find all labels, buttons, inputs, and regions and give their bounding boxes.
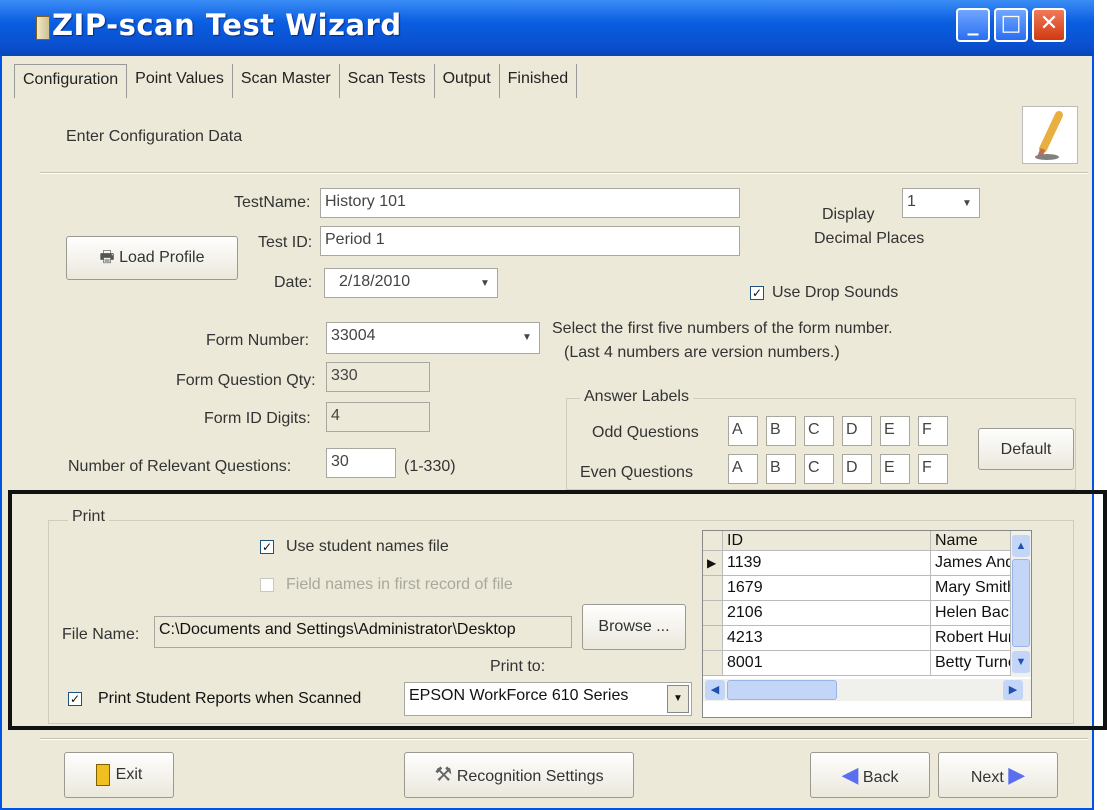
use-drop-sounds-label: Use Drop Sounds: [772, 284, 899, 301]
odd-answer-label-box[interactable]: E: [880, 416, 910, 446]
tools-icon: ⚒: [434, 764, 453, 786]
form-number-value: 33004: [331, 327, 376, 344]
chevron-down-icon[interactable]: ▼: [475, 271, 495, 295]
odd-answer-label-box[interactable]: A: [728, 416, 758, 446]
page-subtitle: Enter Configuration Data: [66, 128, 243, 145]
date-value: 2/18/2010: [339, 273, 411, 290]
answer-labels-title: Answer Labels: [580, 388, 693, 406]
relevant-questions-range: (1-330): [404, 458, 456, 475]
back-button[interactable]: ◀ Back: [810, 752, 930, 798]
odd-answer-label-box[interactable]: B: [766, 416, 796, 446]
chevron-down-icon[interactable]: ▼: [517, 325, 537, 351]
date-picker[interactable]: 2/18/2010 ▼: [324, 268, 498, 298]
exit-label: Exit: [115, 766, 143, 783]
test-name-label: TestName:: [234, 194, 311, 211]
decimal-places-label: Decimal Places: [814, 230, 925, 247]
close-button[interactable]: ✕: [1032, 8, 1066, 42]
even-answer-label-box[interactable]: B: [766, 454, 796, 484]
tab-output[interactable]: Output: [435, 64, 500, 98]
even-answer-label-box[interactable]: F: [918, 454, 948, 484]
load-profile-button[interactable]: 🖶 Load Profile: [66, 236, 238, 280]
even-answer-label-box[interactable]: D: [842, 454, 872, 484]
highlight-frame: [8, 490, 1107, 730]
test-id-input[interactable]: Period 1: [320, 226, 740, 256]
tab-point-values[interactable]: Point Values: [127, 64, 233, 98]
back-label: Back: [862, 769, 899, 786]
form-number-hint: Select the first five numbers of the for…: [552, 320, 893, 337]
display-label: Display: [822, 206, 875, 223]
app-icon: [36, 16, 50, 40]
even-answer-label-box[interactable]: C: [804, 454, 834, 484]
decimal-places-value: 1: [907, 193, 916, 210]
form-question-qty-label: Form Question Qty:: [176, 372, 316, 389]
test-id-label: Test ID:: [258, 234, 313, 251]
minimize-button[interactable]: _: [956, 8, 990, 42]
footer-divider: [40, 738, 1088, 740]
even-questions-label: Even Questions: [580, 464, 693, 481]
header-divider: [40, 172, 1088, 174]
tab-finished[interactable]: Finished: [500, 64, 578, 98]
tab-strip: Configuration Point Values Scan Master S…: [14, 64, 578, 98]
exit-button[interactable]: Exit: [64, 752, 174, 798]
odd-answer-label-box[interactable]: F: [918, 416, 948, 446]
form-number-version-hint: (Last 4 numbers are version numbers.): [564, 344, 840, 361]
relevant-questions-label: Number of Relevant Questions:: [68, 458, 292, 475]
next-label: Next: [970, 769, 1004, 786]
next-button[interactable]: Next ▶: [938, 752, 1058, 798]
maximize-button[interactable]: □: [994, 8, 1028, 42]
odd-answer-label-box[interactable]: D: [842, 416, 872, 446]
form-number-select[interactable]: 33004 ▼: [326, 322, 540, 354]
tab-scan-master[interactable]: Scan Master: [233, 64, 340, 98]
form-question-qty-field: 330: [326, 362, 430, 392]
odd-questions-label: Odd Questions: [592, 424, 699, 441]
next-arrow-icon: ▶: [1008, 762, 1026, 787]
even-answer-label-box[interactable]: E: [880, 454, 910, 484]
relevant-questions-input[interactable]: 30: [326, 448, 396, 478]
tab-configuration[interactable]: Configuration: [14, 64, 128, 98]
odd-answer-label-box[interactable]: C: [804, 416, 834, 446]
exit-door-icon: [95, 763, 110, 786]
chevron-down-icon[interactable]: ▼: [957, 191, 977, 215]
form-number-label: Form Number:: [206, 332, 310, 349]
recognition-settings-label: Recognition Settings: [456, 768, 604, 785]
recognition-settings-button[interactable]: ⚒ Recognition Settings: [404, 752, 634, 798]
decimal-places-select[interactable]: 1 ▼: [902, 188, 980, 218]
use-drop-sounds-checkbox[interactable]: ✓: [750, 286, 764, 300]
even-answer-label-box[interactable]: A: [728, 454, 758, 484]
default-button[interactable]: Default: [978, 428, 1074, 470]
form-id-digits-label: Form ID Digits:: [204, 410, 311, 427]
printer-icon: 🖶: [99, 249, 115, 266]
window-title: ZIP-scan Test Wizard: [52, 8, 402, 42]
load-profile-label: Load Profile: [119, 249, 205, 266]
test-name-input[interactable]: History 101: [320, 188, 740, 218]
form-id-digits-field: 4: [326, 402, 430, 432]
tab-scan-tests[interactable]: Scan Tests: [340, 64, 435, 98]
edit-pencil-icon: [1022, 106, 1078, 164]
back-arrow-icon: ◀: [841, 762, 859, 787]
date-label: Date:: [274, 274, 313, 291]
